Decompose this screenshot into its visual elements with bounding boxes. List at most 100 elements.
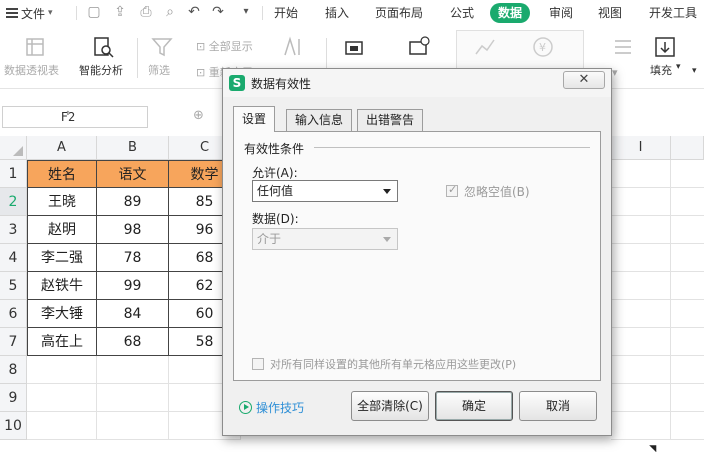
row-header-4[interactable]: 4 — [0, 244, 27, 272]
data-label: 数据(D): — [252, 212, 299, 226]
divider — [137, 38, 138, 78]
cancel-button[interactable]: 取消 — [519, 391, 597, 421]
filter-icon — [151, 38, 173, 57]
table-cell[interactable]: 84 — [97, 300, 169, 328]
table-cell[interactable]: 王晓 — [27, 188, 97, 216]
fill-button[interactable]: 填充 — [650, 62, 672, 78]
divider — [76, 6, 77, 20]
settings-panel: 有效性条件 允许(A): 任何值 忽略空值(B) 数据(D): 介于 对所有同样… — [233, 131, 601, 381]
row-header-8[interactable]: 8 — [0, 356, 27, 384]
column-header-a[interactable]: A — [27, 136, 97, 160]
row-header-10[interactable]: 10 — [0, 412, 27, 440]
table-cell[interactable]: 99 — [97, 272, 169, 300]
table-cell[interactable]: 赵铁牛 — [27, 272, 97, 300]
tab-view[interactable]: 视图 — [598, 3, 622, 23]
tab-developer[interactable]: 开发工具 — [649, 3, 697, 23]
column-header-j[interactable] — [671, 136, 704, 160]
allow-select-value: 任何值 — [257, 184, 294, 198]
tab-settings[interactable]: 设置 — [233, 106, 276, 132]
row-header-6[interactable]: 6 — [0, 300, 27, 328]
split-columns-dropdown[interactable]: ▾ — [612, 66, 618, 79]
currency-icon: ¥ — [533, 37, 553, 57]
row-header-7[interactable]: 7 — [0, 328, 27, 356]
table-cell[interactable] — [97, 412, 169, 440]
tab-insert[interactable]: 插入 — [325, 3, 349, 23]
row-header-9[interactable]: 9 — [0, 384, 27, 412]
table-cell[interactable]: 李大锤 — [27, 300, 97, 328]
pivot-table-icon — [26, 38, 44, 56]
save-icon[interactable]: ▢ — [86, 4, 102, 20]
dialog-titlebar[interactable]: S 数据有效性 ✕ — [223, 69, 611, 97]
tab-home[interactable]: 开始 — [274, 3, 298, 23]
undo-icon[interactable]: ↶ — [186, 4, 202, 20]
table-cell[interactable] — [97, 356, 169, 384]
table-cell[interactable]: 高在上 — [27, 328, 97, 356]
show-all-button[interactable]: ⊡ 全部显示 — [196, 38, 253, 54]
cell-b1[interactable]: 语文 — [97, 160, 169, 188]
filter-button[interactable]: 筛选 — [148, 62, 170, 78]
ok-button[interactable]: 确定 — [435, 391, 513, 421]
chevron-down-icon — [383, 237, 391, 242]
close-button[interactable]: ✕ — [563, 71, 605, 89]
apply-all-label: 对所有同样设置的其他所有单元格应用这些更改(P) — [270, 358, 517, 371]
dialog-title: 数据有效性 — [251, 77, 312, 91]
ignore-blank-checkbox[interactable] — [446, 183, 458, 197]
reject-duplicates-icon — [409, 36, 430, 55]
highlight-duplicates-icon — [345, 41, 363, 55]
tab-data[interactable]: 数据 — [490, 3, 531, 23]
table-cell[interactable]: 98 — [97, 216, 169, 244]
table-cell[interactable]: 78 — [97, 244, 169, 272]
tab-review[interactable]: 审阅 — [549, 3, 573, 23]
tab-input-message[interactable]: 输入信息 — [286, 109, 353, 131]
chevron-down-icon[interactable]: ⬍ — [3, 109, 133, 119]
tab-page-layout[interactable]: 页面布局 — [375, 3, 423, 23]
table-cell[interactable] — [27, 356, 97, 384]
group-divider — [314, 147, 590, 148]
cell-a1[interactable]: 姓名 — [27, 160, 97, 188]
table-cell[interactable] — [27, 412, 97, 440]
tips-link[interactable]: 操作技巧 — [239, 399, 304, 416]
row-header-1[interactable]: 1 — [0, 160, 27, 188]
preview-icon[interactable]: ⌕ — [162, 4, 178, 20]
tab-error-alert[interactable]: 出错警告 — [357, 109, 424, 131]
tab-formulas[interactable]: 公式 — [450, 3, 474, 23]
customize-icon[interactable]: ▾ — [238, 4, 254, 20]
allow-select[interactable]: 任何值 — [252, 180, 398, 202]
export-icon[interactable]: ⇪ — [112, 4, 128, 20]
select-all-corner[interactable] — [0, 136, 27, 160]
column-header-b[interactable]: B — [97, 136, 169, 160]
apply-all-checkbox[interactable] — [252, 358, 264, 370]
data-select[interactable]: 介于 — [252, 228, 398, 250]
row-header-2[interactable]: 2 — [0, 188, 27, 216]
table-cell[interactable]: 赵明 — [27, 216, 97, 244]
clear-all-button[interactable]: 全部清除(C) — [351, 391, 429, 421]
fill-dropdown-icon[interactable]: ▾ — [676, 62, 681, 72]
allow-label: 允许(A): — [252, 166, 298, 180]
validation-criteria-title: 有效性条件 — [244, 140, 309, 157]
svg-text:¥: ¥ — [539, 41, 546, 54]
chevron-down-icon: ▾ — [48, 8, 53, 18]
ignore-blank-label: 忽略空值(B) — [464, 185, 530, 199]
print-icon[interactable]: ⎙ — [138, 4, 154, 20]
table-cell[interactable]: 68 — [97, 328, 169, 356]
table-cell[interactable]: 89 — [97, 188, 169, 216]
row-header-3[interactable]: 3 — [0, 216, 27, 244]
redo-icon[interactable]: ↷ — [210, 4, 226, 20]
chart-icon — [475, 39, 495, 55]
zoom-icon[interactable]: ⊕ — [193, 108, 204, 123]
table-cell[interactable]: 李二强 — [27, 244, 97, 272]
smart-analysis-icon — [94, 37, 114, 58]
file-menu[interactable]: 文件 ▾ — [6, 4, 53, 22]
column-header-i[interactable]: I — [611, 136, 671, 160]
row-header-5[interactable]: 5 — [0, 272, 27, 300]
pivot-table-button[interactable]: 数据透视表 — [4, 62, 59, 78]
name-box[interactable]: F2 ⬍ — [2, 106, 148, 128]
grid-area[interactable] — [611, 160, 704, 440]
more-dropdown-icon[interactable]: ▾ — [692, 66, 697, 76]
show-all-label: 全部显示 — [208, 40, 253, 53]
chevron-down-icon — [383, 189, 391, 194]
play-icon — [239, 401, 252, 414]
smart-analysis-button[interactable]: 智能分析 — [79, 62, 123, 78]
table-cell[interactable] — [27, 384, 97, 412]
table-cell[interactable] — [97, 384, 169, 412]
